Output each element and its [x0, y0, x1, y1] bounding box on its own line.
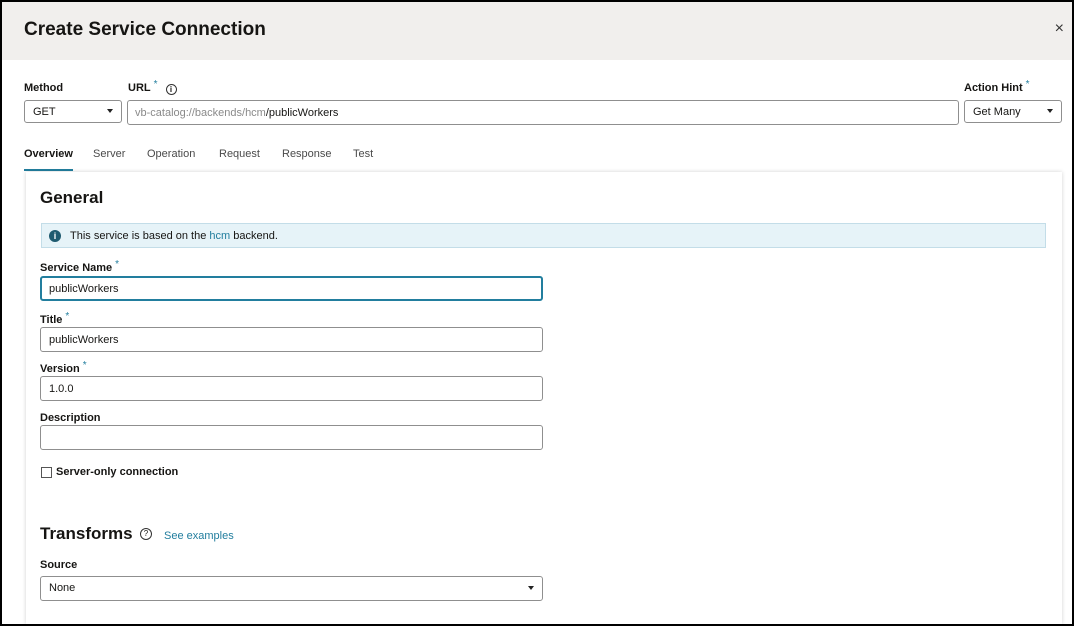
- chevron-down-icon: [528, 586, 534, 590]
- version-input[interactable]: 1.0.0: [40, 376, 543, 401]
- required-mark: *: [115, 259, 120, 270]
- transforms-heading: Transforms: [40, 524, 133, 543]
- method-select[interactable]: GET: [24, 100, 122, 123]
- chevron-down-icon: [107, 109, 113, 113]
- tab-server[interactable]: Server: [93, 148, 125, 160]
- active-tab-indicator: [24, 169, 73, 171]
- help-icon[interactable]: ?: [140, 528, 152, 540]
- url-input[interactable]: vb-catalog://backends/hcm/publicWorkers: [127, 100, 959, 125]
- required-mark: *: [1025, 79, 1030, 90]
- close-icon[interactable]: ×: [1055, 20, 1064, 38]
- method-label: Method: [24, 82, 64, 94]
- source-value: None: [49, 582, 76, 594]
- service-name-label: Service Name *: [40, 259, 120, 274]
- action-hint-select[interactable]: Get Many: [964, 100, 1062, 123]
- banner-text-after: backend.: [233, 230, 278, 242]
- source-select[interactable]: None: [40, 576, 543, 601]
- server-only-checkbox[interactable]: [41, 467, 52, 478]
- url-path: /publicWorkers: [265, 107, 339, 119]
- url-label-text: URL: [128, 82, 151, 94]
- required-mark: *: [153, 79, 158, 90]
- action-hint-label-text: Action Hint: [964, 82, 1023, 94]
- tab-request[interactable]: Request: [219, 148, 260, 160]
- action-hint-label: Action Hint *: [964, 79, 1030, 94]
- version-label-text: Version: [40, 363, 80, 375]
- chevron-down-icon: [1047, 109, 1053, 113]
- title-label: Title *: [40, 311, 70, 326]
- title-label-text: Title: [40, 314, 63, 326]
- service-name-label-text: Service Name: [40, 262, 113, 274]
- url-prefix: vb-catalog://backends/hcm: [135, 107, 266, 119]
- service-name-input[interactable]: publicWorkers: [40, 276, 543, 301]
- tab-test[interactable]: Test: [353, 148, 373, 160]
- required-mark: *: [65, 311, 70, 322]
- description-label: Description: [40, 412, 101, 424]
- source-label: Source: [40, 559, 78, 571]
- action-hint-value: Get Many: [973, 106, 1021, 118]
- dialog-title: Create Service Connection: [24, 19, 266, 40]
- info-banner: i This service is based on the hcm backe…: [41, 223, 1046, 248]
- tab-response[interactable]: Response: [282, 148, 332, 160]
- title-input[interactable]: publicWorkers: [40, 327, 543, 352]
- general-heading: General: [40, 188, 104, 207]
- method-value: GET: [33, 106, 56, 118]
- banner-text-before: This service is based on the: [70, 230, 207, 242]
- url-label: URL * i: [128, 79, 177, 95]
- dialog: Create Service Connection × Method GET U…: [0, 0, 1074, 626]
- tab-operation[interactable]: Operation: [147, 148, 195, 160]
- banner-link-hcm[interactable]: hcm: [209, 230, 230, 242]
- server-only-label: Server-only connection: [56, 466, 179, 478]
- tab-overview[interactable]: Overview: [24, 148, 73, 160]
- version-label: Version *: [40, 360, 87, 375]
- required-mark: *: [82, 360, 87, 371]
- info-icon: i: [49, 230, 61, 242]
- dialog-header: Create Service Connection ×: [2, 2, 1072, 60]
- see-examples-link[interactable]: See examples: [164, 530, 234, 542]
- info-icon[interactable]: i: [165, 84, 177, 95]
- description-input[interactable]: [40, 425, 543, 450]
